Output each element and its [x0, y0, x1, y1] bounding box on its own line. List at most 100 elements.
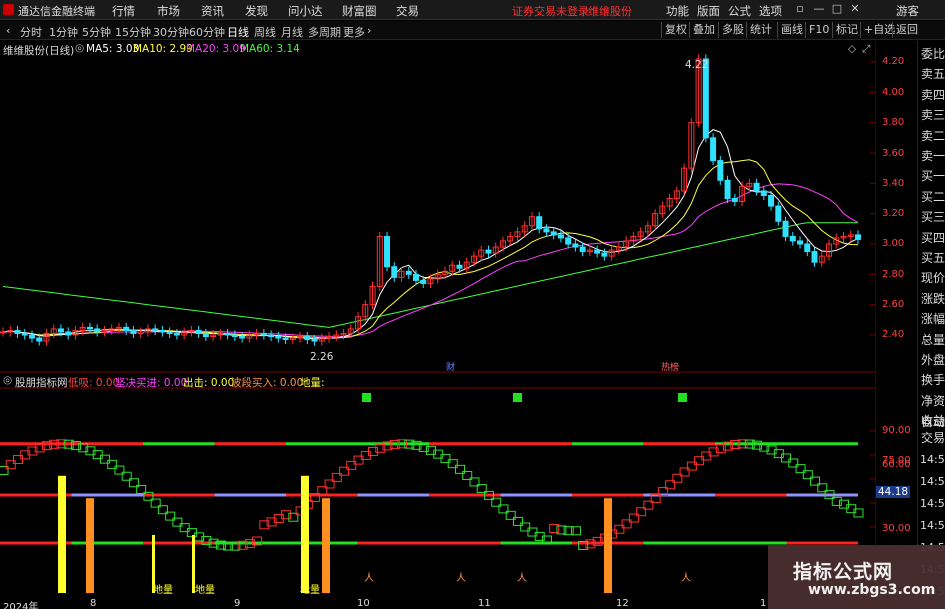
side-item[interactable]: 买五: [921, 249, 945, 266]
price-tick: 4.20: [882, 56, 905, 67]
candle-body: [731, 198, 738, 203]
signal-square: [678, 393, 687, 402]
side-sub-item[interactable]: 交易: [921, 429, 945, 446]
diliang-legend: 地量:: [300, 377, 325, 389]
candle-body: [710, 137, 717, 162]
buy-person-icon: 人: [681, 572, 691, 584]
window-icon-a[interactable]: ▫: [793, 2, 807, 16]
side-item[interactable]: 卖五: [921, 65, 945, 82]
diejia-button[interactable]: 叠加: [689, 22, 718, 38]
price-grid: [0, 41, 876, 609]
period-fenshi[interactable]: 分时: [20, 24, 42, 40]
candle-body: [311, 339, 318, 342]
watermark-line1: 指标公式网: [793, 561, 894, 583]
candle-body: [166, 331, 173, 334]
x-label: 1: [760, 598, 767, 609]
menu-zixun[interactable]: 资讯: [201, 3, 224, 19]
top-stock-name: 维维股份: [588, 5, 632, 18]
menu-hangqing[interactable]: 行情: [112, 3, 135, 19]
candle-body: [36, 337, 43, 342]
candle-body: [565, 237, 572, 245]
close-icon[interactable]: ✕: [848, 2, 862, 16]
duogu-button[interactable]: 多股: [718, 22, 747, 38]
candle-body: [811, 251, 818, 263]
menu-faxian[interactable]: 发现: [245, 3, 268, 19]
back-button[interactable]: 返回: [892, 22, 921, 38]
indicator-box: [0, 465, 9, 475]
menu-wenxiaoda[interactable]: 问小达: [288, 3, 323, 19]
settings-icon[interactable]: ◎: [75, 42, 84, 54]
zoom-icon[interactable]: ⤢: [862, 43, 870, 56]
side-item[interactable]: 卖一: [921, 147, 945, 164]
candle-body: [239, 336, 246, 339]
menu-caifuquan[interactable]: 财富圈: [342, 3, 377, 19]
indicator-bar: [301, 475, 309, 593]
finance-marker[interactable]: 财: [446, 360, 455, 373]
side-item[interactable]: 卖三: [921, 106, 945, 123]
chevron-right-icon[interactable]: ›: [367, 24, 371, 37]
f10-button[interactable]: F10: [805, 22, 832, 38]
menu-jiaoyi[interactable]: 交易: [396, 3, 419, 19]
price-tick: 2.80: [882, 269, 905, 280]
side-item[interactable]: 涨跌: [921, 290, 945, 307]
period-5min[interactable]: 5分钟: [82, 24, 111, 40]
x-label: 12: [616, 598, 629, 609]
side-item[interactable]: 换手: [921, 371, 945, 388]
candle-body: [195, 329, 202, 334]
indicator-level-lines: [0, 442, 858, 545]
menu-banmian[interactable]: 版面: [697, 3, 720, 19]
side-item[interactable]: 买一: [921, 167, 945, 184]
side-sub-item[interactable]: 自动: [921, 413, 945, 430]
period-15min[interactable]: 15分钟: [115, 24, 151, 40]
period-weekly[interactable]: 周线: [254, 24, 276, 40]
fuquan-button[interactable]: 复权: [661, 22, 690, 38]
candle-body: [572, 243, 579, 248]
side-item[interactable]: 卖二: [921, 127, 945, 144]
chevron-left-icon[interactable]: ‹: [6, 24, 10, 37]
period-60min[interactable]: 60分钟: [189, 24, 225, 40]
candle-body: [485, 249, 492, 254]
price-tick: 3.60: [882, 148, 905, 159]
minimize-icon[interactable]: —: [812, 2, 826, 16]
biaoji-button[interactable]: 标记: [832, 22, 861, 38]
candle-body: [282, 337, 289, 341]
trade-login-alert[interactable]: 证券交易未登录: [512, 3, 589, 19]
period-1min[interactable]: 1分钟: [49, 24, 78, 40]
candle-body: [601, 252, 608, 257]
candle-body: [231, 334, 238, 338]
period-30min[interactable]: 30分钟: [153, 24, 189, 40]
ma20-legend: MA20: 3.09: [186, 43, 246, 55]
menu-gongneng[interactable]: 功能: [666, 3, 689, 19]
period-daily[interactable]: 日线: [227, 24, 249, 40]
period-multi[interactable]: 多周期: [308, 24, 341, 40]
tongji-button[interactable]: 统计: [746, 22, 775, 38]
watermark: 指标公式网 www.zbgs3.com: [768, 545, 945, 609]
side-item[interactable]: 买二: [921, 188, 945, 205]
sub-settings-icon[interactable]: ◎: [3, 374, 12, 386]
period-more[interactable]: 更多: [343, 24, 365, 40]
huaxian-button[interactable]: 画线: [777, 22, 806, 38]
hot-list-marker[interactable]: 热榜: [661, 360, 679, 373]
kline-chart[interactable]: 人人人人: [0, 41, 876, 609]
menu-gongshi[interactable]: 公式: [728, 3, 751, 19]
side-item[interactable]: 净资: [921, 392, 945, 409]
menu-xuanxiang[interactable]: 选项: [759, 3, 782, 19]
side-item[interactable]: 总量: [921, 331, 945, 348]
indicator-bar: [58, 475, 66, 593]
side-item[interactable]: 现价: [921, 269, 945, 286]
side-item[interactable]: 涨幅: [921, 310, 945, 327]
indicator-title: 股朋指标网: [15, 377, 68, 389]
guest-label[interactable]: 游客: [896, 3, 919, 19]
side-item[interactable]: 买三: [921, 208, 945, 225]
maximize-icon[interactable]: □: [830, 2, 844, 16]
candle-body: [760, 190, 767, 196]
side-item[interactable]: 卖四: [921, 86, 945, 103]
period-monthly[interactable]: 月线: [281, 24, 303, 40]
side-item[interactable]: 外盘: [921, 351, 945, 368]
side-item[interactable]: 委比: [921, 45, 945, 62]
menu-shichang[interactable]: 市场: [157, 3, 180, 19]
side-item[interactable]: 买四: [921, 229, 945, 246]
candle-body: [804, 243, 811, 253]
candle-body: [775, 205, 782, 222]
diamond-icon[interactable]: ◇: [848, 43, 856, 55]
